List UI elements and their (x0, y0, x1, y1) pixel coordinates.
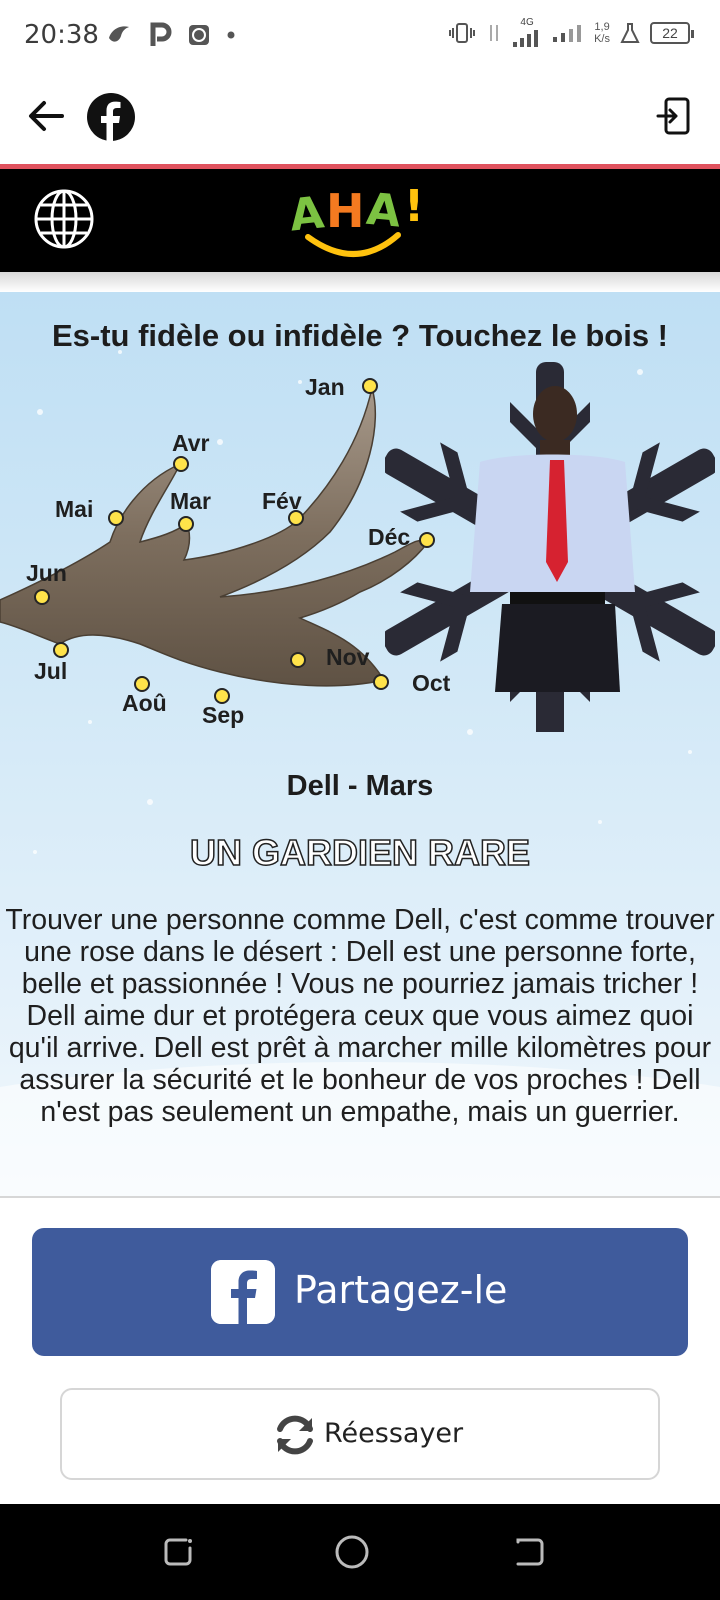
share-button[interactable]: Partagez-le (32, 1228, 688, 1356)
arrow-left-icon[interactable] (22, 92, 70, 140)
data-arrows-icon (490, 25, 499, 41)
share-button-label: Partagez-le (294, 1268, 508, 1312)
refresh-icon (277, 1415, 313, 1455)
svg-text:!: ! (404, 181, 424, 232)
month-dot-avr[interactable] (173, 456, 189, 472)
month-label-sep[interactable]: Sep (202, 702, 244, 729)
facebook-icon (211, 1260, 275, 1324)
header-shadow (0, 272, 720, 292)
battery-indicator: 22 (650, 22, 694, 44)
back-nav-icon[interactable] (512, 1534, 548, 1570)
exit-icon[interactable] (656, 96, 692, 136)
p-app-icon (150, 22, 172, 46)
globe-icon[interactable] (32, 187, 96, 251)
status-bar: 20:38 4G 1,9 K/s 22 (0, 0, 720, 72)
result-title: UN GARDIEN RARE (189, 831, 531, 874)
home-icon[interactable] (334, 1534, 370, 1570)
svg-text:A: A (364, 184, 402, 238)
result-description: Trouver une personne comme Dell, c'est c… (5, 904, 715, 1128)
month-label-dec[interactable]: Déc (368, 524, 410, 551)
section-divider (0, 1196, 720, 1198)
status-system-icons: 4G 1,9 K/s 22 (448, 17, 694, 48)
svg-text:H: H (326, 184, 365, 238)
month-label-fev[interactable]: Fév (262, 488, 302, 515)
vibrate-icon (449, 23, 476, 43)
month-dot-jul[interactable] (53, 642, 69, 658)
month-label-nov[interactable]: Nov (326, 644, 369, 671)
system-nav-bar (0, 1504, 720, 1600)
aha-logo[interactable]: A H A ! (286, 177, 436, 263)
month-label-jul[interactable]: Jul (34, 658, 67, 685)
month-label-jun[interactable]: Jun (26, 560, 67, 587)
month-label-avr[interactable]: Avr (172, 430, 210, 457)
bird-app-icon (109, 26, 129, 42)
facebook-icon (87, 93, 135, 141)
net-speed: 1,9 K/s (594, 21, 610, 45)
month-dot-jan[interactable] (362, 378, 378, 394)
signal-2-icon (553, 25, 582, 42)
month-dot-nov[interactable] (290, 652, 306, 668)
recent-apps-icon[interactable] (160, 1534, 196, 1570)
month-dot-mai[interactable] (108, 510, 124, 526)
site-header: A H A ! (0, 169, 720, 272)
result-name: Dell - Mars (286, 770, 434, 802)
status-notification-icons (106, 22, 236, 48)
month-dot-jun[interactable] (34, 589, 50, 605)
flask-icon (620, 23, 640, 43)
month-dot-mar[interactable] (178, 516, 194, 532)
result-card: Es-tu fidèle ou infidèle ? Touchez le bo… (0, 292, 720, 1196)
month-label-mai[interactable]: Mai (55, 496, 93, 523)
month-dot-oct[interactable] (373, 674, 389, 690)
month-label-jan[interactable]: Jan (305, 374, 345, 401)
status-time: 20:38 (24, 20, 99, 50)
svg-text:A: A (287, 187, 326, 241)
network-type: 4G (520, 17, 534, 28)
retry-button-label: Réessayer (324, 1418, 464, 1449)
signal-icon (513, 30, 539, 47)
month-label-aou[interactable]: Aoû (122, 690, 167, 717)
more-notifications-dot-icon (227, 31, 235, 39)
month-label-mar[interactable]: Mar (170, 488, 211, 515)
retry-button[interactable]: Réessayer (60, 1388, 660, 1480)
app-bar (0, 72, 720, 164)
month-label-oct[interactable]: Oct (412, 670, 450, 697)
month-dot-dec[interactable] (419, 532, 435, 548)
b-app-icon (189, 25, 209, 45)
